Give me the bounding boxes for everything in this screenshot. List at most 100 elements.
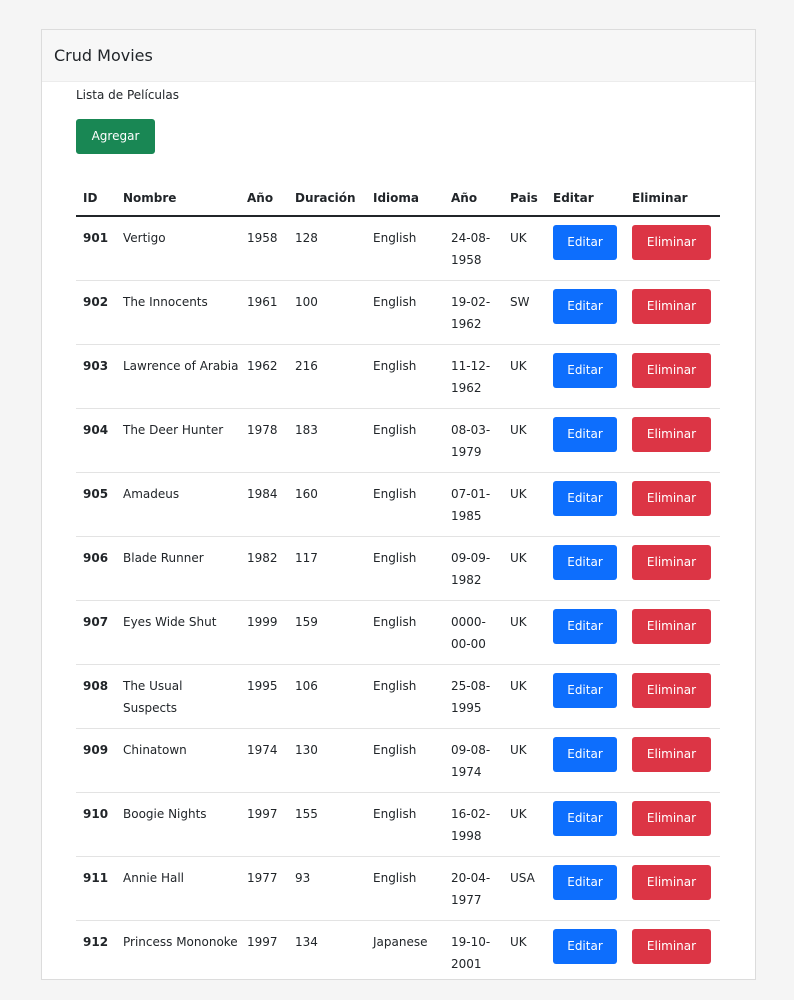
cell-id: 902 <box>76 280 116 345</box>
delete-button[interactable]: Eliminar <box>632 737 711 772</box>
cell-country: UK <box>503 216 546 281</box>
cell-id: 912 <box>76 920 116 979</box>
delete-button[interactable]: Eliminar <box>632 801 711 836</box>
cell-duration: 106 <box>288 664 366 729</box>
cell-language: English <box>366 472 444 537</box>
col-header-pais: Pais <box>503 181 546 217</box>
edit-button[interactable]: Editar <box>553 609 617 644</box>
cell-duration: 117 <box>288 536 366 601</box>
edit-button[interactable]: Editar <box>553 481 617 516</box>
edit-button[interactable]: Editar <box>553 673 617 708</box>
cell-id: 911 <box>76 856 116 921</box>
cell-name: Blade Runner <box>116 536 240 601</box>
cell-year: 1999 <box>240 600 288 665</box>
card-header: Crud Movies <box>42 30 755 82</box>
edit-button[interactable]: Editar <box>553 353 617 388</box>
edit-button[interactable]: Editar <box>553 417 617 452</box>
delete-button[interactable]: Eliminar <box>632 673 711 708</box>
cell-delete: Eliminar <box>625 728 720 793</box>
delete-button[interactable]: Eliminar <box>632 289 711 324</box>
cell-edit: Editar <box>546 728 625 793</box>
table-header-row: ID Nombre Año Duración Idioma Año Pais E… <box>76 181 720 217</box>
cell-year: 1982 <box>240 536 288 601</box>
cell-name: The Usual Suspects <box>116 664 240 729</box>
table-row: 911 Annie Hall 1977 93 English 20-04-1977 USA E… <box>76 856 720 921</box>
cell-edit: Editar <box>546 856 625 921</box>
cell-country: UK <box>503 728 546 793</box>
cell-language: English <box>366 856 444 921</box>
cell-date: 09-09-1982 <box>444 536 503 601</box>
cell-delete: Eliminar <box>625 920 720 979</box>
delete-button[interactable]: Eliminar <box>632 417 711 452</box>
cell-delete: Eliminar <box>625 600 720 665</box>
cell-language: English <box>366 280 444 345</box>
cell-year: 1997 <box>240 792 288 857</box>
cell-edit: Editar <box>546 536 625 601</box>
table-row: 904 The Deer Hunter 1978 183 English 08-03-19… <box>76 408 720 473</box>
cell-name: The Innocents <box>116 280 240 345</box>
cell-language: Japanese <box>366 920 444 979</box>
cell-country: UK <box>503 344 546 409</box>
delete-button[interactable]: Eliminar <box>632 609 711 644</box>
cell-id: 906 <box>76 536 116 601</box>
edit-button[interactable]: Editar <box>553 737 617 772</box>
add-movie-button[interactable]: Agregar <box>76 119 155 154</box>
edit-button[interactable]: Editar <box>553 929 617 964</box>
cell-date: 24-08-1958 <box>444 216 503 281</box>
cell-edit: Editar <box>546 792 625 857</box>
delete-button[interactable]: Eliminar <box>632 225 711 260</box>
cell-duration: 100 <box>288 280 366 345</box>
edit-button[interactable]: Editar <box>553 801 617 836</box>
col-header-eliminar: Eliminar <box>625 181 720 217</box>
cell-language: English <box>366 344 444 409</box>
cell-country: UK <box>503 408 546 473</box>
edit-button[interactable]: Editar <box>553 865 617 900</box>
cell-delete: Eliminar <box>625 536 720 601</box>
cell-duration: 134 <box>288 920 366 979</box>
cell-id: 905 <box>76 472 116 537</box>
cell-date: 08-03-1979 <box>444 408 503 473</box>
cell-delete: Eliminar <box>625 408 720 473</box>
table-row: 905 Amadeus 1984 160 English 07-01-1985 UK Edit… <box>76 472 720 537</box>
cell-year: 1961 <box>240 280 288 345</box>
edit-button[interactable]: Editar <box>553 225 617 260</box>
delete-button[interactable]: Eliminar <box>632 481 711 516</box>
table-row: 910 Boogie Nights 1997 155 English 16-02-1998… <box>76 792 720 857</box>
cell-name: Annie Hall <box>116 856 240 921</box>
cell-name: Eyes Wide Shut <box>116 600 240 665</box>
cell-delete: Eliminar <box>625 344 720 409</box>
delete-button[interactable]: Eliminar <box>632 929 711 964</box>
cell-country: SW <box>503 280 546 345</box>
cell-date: 07-01-1985 <box>444 472 503 537</box>
table-row: 903 Lawrence of Arabia 1962 216 English 11-12… <box>76 344 720 409</box>
col-header-fecha: Año <box>444 181 503 217</box>
cell-delete: Eliminar <box>625 664 720 729</box>
edit-button[interactable]: Editar <box>553 545 617 580</box>
card-body: Lista de Películas Agregar ID Nombre Año… <box>42 82 755 979</box>
cell-duration: 160 <box>288 472 366 537</box>
cell-name: Lawrence of Arabia <box>116 344 240 409</box>
cell-id: 901 <box>76 216 116 281</box>
movies-card: Crud Movies Lista de Películas Agregar I… <box>41 29 756 980</box>
cell-date: 19-02-1962 <box>444 280 503 345</box>
cell-id: 904 <box>76 408 116 473</box>
table-row: 907 Eyes Wide Shut 1999 159 English 0000-00-0… <box>76 600 720 665</box>
delete-button[interactable]: Eliminar <box>632 865 711 900</box>
cell-delete: Eliminar <box>625 216 720 281</box>
cell-duration: 159 <box>288 600 366 665</box>
cell-edit: Editar <box>546 280 625 345</box>
cell-name: Boogie Nights <box>116 792 240 857</box>
col-header-editar: Editar <box>546 181 625 217</box>
cell-year: 1962 <box>240 344 288 409</box>
cell-year: 1997 <box>240 920 288 979</box>
cell-date: 11-12-1962 <box>444 344 503 409</box>
cell-edit: Editar <box>546 472 625 537</box>
delete-button[interactable]: Eliminar <box>632 353 711 388</box>
edit-button[interactable]: Editar <box>553 289 617 324</box>
table-row: 909 Chinatown 1974 130 English 09-08-1974 UK Ed… <box>76 728 720 793</box>
cell-country: UK <box>503 792 546 857</box>
cell-year: 1978 <box>240 408 288 473</box>
delete-button[interactable]: Eliminar <box>632 545 711 580</box>
cell-name: Amadeus <box>116 472 240 537</box>
cell-duration: 216 <box>288 344 366 409</box>
